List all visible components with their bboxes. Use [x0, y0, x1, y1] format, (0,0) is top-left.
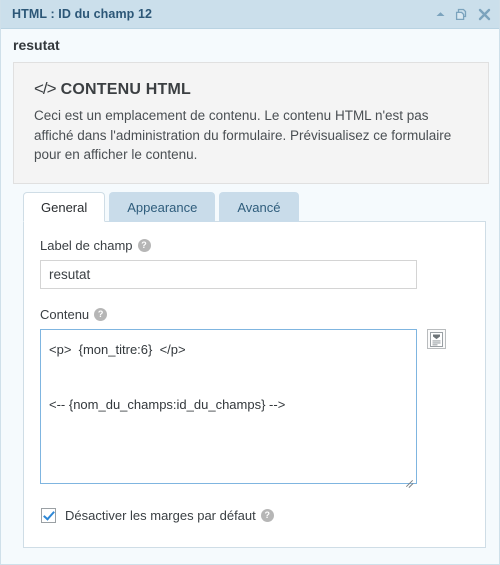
disable-margins-checkbox[interactable]	[41, 508, 56, 523]
field-label-caption: Label de champ ?	[40, 238, 417, 253]
content-textarea[interactable]: <p> {mon_titre:6} </p> <-- {nom_du_champ…	[40, 329, 417, 484]
help-icon[interactable]: ?	[94, 308, 108, 321]
close-icon[interactable]	[478, 8, 491, 21]
notice-body: Ceci est un emplacement de contenu. Le c…	[34, 108, 452, 163]
settings-tabs: General Appearance Avancé	[23, 192, 299, 222]
content-label-text: Contenu	[40, 307, 90, 322]
code-tag-icon: </>	[34, 79, 57, 98]
notice-heading: </> CONTENU HTML	[34, 79, 468, 99]
insert-merge-tag-icon[interactable]	[427, 329, 446, 349]
field-heading: resutat	[13, 37, 60, 53]
field-label-input[interactable]	[40, 260, 417, 289]
panel-titlebar: HTML : ID du champ 12	[1, 0, 499, 29]
disable-margins-label[interactable]: Désactiver les marges par défaut ?	[65, 508, 274, 523]
disable-margins-group: Désactiver les marges par défaut ?	[41, 508, 274, 523]
content-group: Contenu ? <p> {mon_titre:6} </p> <-- {no…	[40, 307, 446, 489]
panel-title: HTML : ID du champ 12	[12, 7, 153, 21]
content-textarea-wrap: <p> {mon_titre:6} </p> <-- {nom_du_champ…	[40, 329, 446, 489]
titlebar-actions	[435, 0, 491, 29]
content-caption: Contenu ?	[40, 307, 417, 322]
disable-margins-text: Désactiver les marges par défaut	[65, 508, 256, 523]
tab-avance[interactable]: Avancé	[219, 192, 299, 222]
html-field-settings-panel: HTML : ID du champ 12 resutat </> CONTENU…	[0, 0, 500, 565]
duplicate-icon[interactable]	[455, 8, 469, 22]
notice-heading-text: CONTENU HTML	[60, 81, 191, 98]
tab-panel-general: Label de champ ? Contenu ? <p> {mon_titr…	[23, 221, 486, 548]
tab-general[interactable]: General	[23, 192, 106, 222]
help-icon[interactable]: ?	[137, 239, 151, 252]
disable-margins-row: Désactiver les marges par défaut ?	[41, 508, 274, 523]
tab-appearance[interactable]: Appearance	[109, 192, 216, 222]
help-icon[interactable]: ?	[260, 509, 274, 522]
html-content-placeholder-notice: </> CONTENU HTML Ceci est un emplacement …	[13, 62, 489, 185]
field-label-group: Label de champ ?	[40, 238, 417, 289]
caret-up-icon[interactable]	[435, 9, 446, 20]
field-label-text: Label de champ	[40, 238, 133, 253]
